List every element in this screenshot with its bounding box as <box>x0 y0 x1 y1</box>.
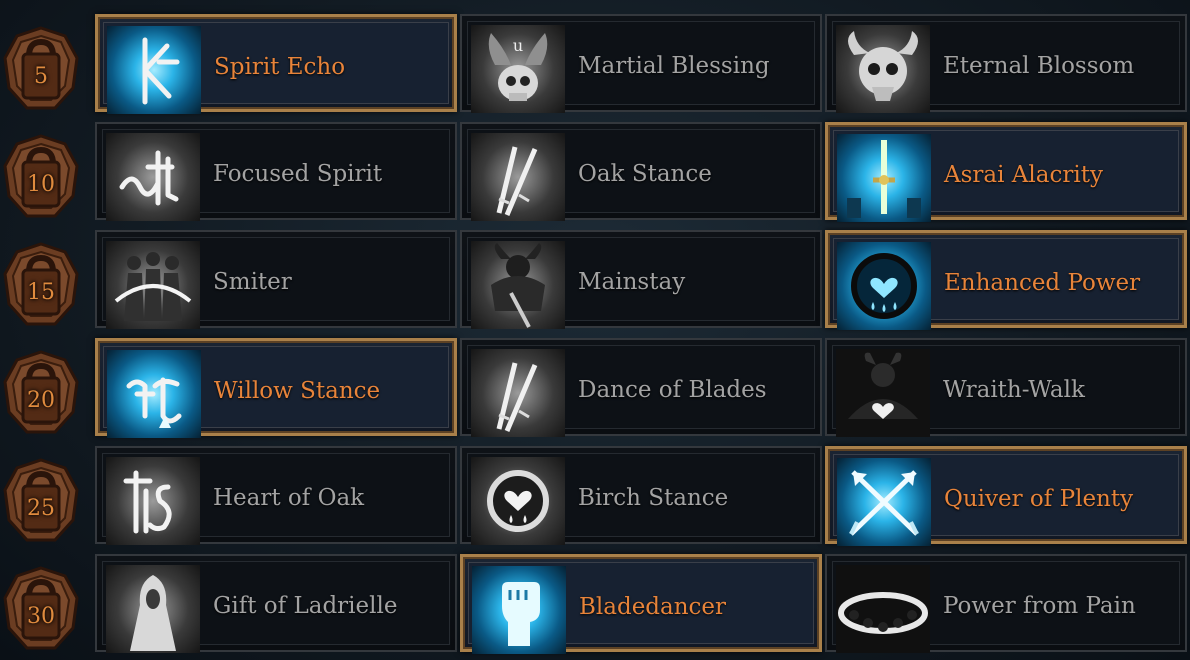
skill-card[interactable]: Bladedancer <box>460 554 822 654</box>
skill-name: Willow Stance <box>214 378 381 404</box>
spirit-echo-rune-icon <box>107 26 201 114</box>
skill-card-inner: Eternal Blossom <box>832 21 1180 113</box>
skill-name: Enhanced Power <box>944 270 1141 296</box>
skill-name: Martial Blessing <box>578 53 770 79</box>
skill-card[interactable]: Wraith-Walk <box>825 338 1187 437</box>
skill-name: Dance of Blades <box>578 377 767 403</box>
skill-name: Spirit Echo <box>214 54 346 80</box>
skill-card[interactable]: Spirit Echo <box>95 14 457 114</box>
skill-card-inner: Heart of Oak <box>102 453 450 545</box>
oak-rune-icon <box>106 457 200 545</box>
skull-ring-icon <box>836 565 930 653</box>
skill-name: Bladedancer <box>579 594 727 620</box>
crossed-daggers-icon <box>471 133 565 221</box>
tier-row: 5 Spirit Echo u Martial Blessing Eternal Blo… <box>0 14 1190 118</box>
skill-card-inner: Gift of Ladrielle <box>102 561 450 653</box>
level-number: 25 <box>27 496 55 521</box>
skill-name: Quiver of Plenty <box>944 486 1134 512</box>
skill-name: Gift of Ladrielle <box>213 593 398 619</box>
level-lock-badge: 10 <box>3 134 79 220</box>
skill-card[interactable]: Mainstay <box>460 230 822 329</box>
level-number: 10 <box>27 172 55 197</box>
heart-drops-icon <box>837 242 931 330</box>
skill-card-inner: Spirit Echo <box>103 22 449 114</box>
skill-card-inner: u Martial Blessing <box>467 21 815 113</box>
level-lock-badge: 15 <box>3 242 79 328</box>
tier-row: 25 Heart of Oak Birch Stance Quiver of Plen… <box>0 446 1190 550</box>
skill-card-inner: Bladedancer <box>468 562 814 654</box>
skill-card[interactable]: Birch Stance <box>460 446 822 545</box>
level-lock-badge: 20 <box>3 350 79 436</box>
level-number: 30 <box>27 604 55 629</box>
skill-card-inner: Quiver of Plenty <box>833 454 1179 546</box>
skill-card[interactable]: Enhanced Power <box>825 230 1187 330</box>
focused-spirit-rune-icon <box>106 133 200 221</box>
skill-card[interactable]: Smiter <box>95 230 457 329</box>
skill-card-inner: Birch Stance <box>467 453 815 545</box>
skill-card-inner: Wraith-Walk <box>832 345 1180 437</box>
skill-card-inner: Mainstay <box>467 237 815 329</box>
marching-figures-icon <box>106 241 200 329</box>
skill-name: Smiter <box>213 269 292 295</box>
level-lock-badge: 25 <box>3 458 79 544</box>
hooded-figure-icon <box>106 565 200 653</box>
level-lock-badge: 30 <box>3 566 79 652</box>
tier-row: 15 Smiter Mainstay Enhanced Power <box>0 230 1190 334</box>
skill-card-inner: Oak Stance <box>467 129 815 221</box>
skill-card[interactable]: Willow Stance <box>95 338 457 438</box>
horned-skull-icon <box>836 25 930 113</box>
skill-card[interactable]: Quiver of Plenty <box>825 446 1187 546</box>
horned-demon-icon <box>836 349 930 437</box>
heart-ring-icon <box>471 457 565 545</box>
level-number: 5 <box>34 64 48 89</box>
skill-card[interactable]: Dance of Blades <box>460 338 822 437</box>
willow-rune-icon <box>107 350 201 438</box>
skill-name: Wraith-Walk <box>943 377 1085 403</box>
skill-card[interactable]: Asrai Alacrity <box>825 122 1187 222</box>
skill-card-inner: Willow Stance <box>103 346 449 438</box>
skill-card[interactable]: u Martial Blessing <box>460 14 822 113</box>
crossed-arrows-icon <box>837 458 931 546</box>
skill-name: Heart of Oak <box>213 485 365 511</box>
skill-card-inner: Asrai Alacrity <box>833 130 1179 222</box>
winged-skull-icon: u <box>471 25 565 113</box>
skill-card-inner: Dance of Blades <box>467 345 815 437</box>
skill-name: Mainstay <box>578 269 686 295</box>
tier-row: 20 Willow Stance Dance of Blades Wraith-Wal… <box>0 338 1190 442</box>
skill-card-inner: Power from Pain <box>832 561 1180 653</box>
level-number: 15 <box>27 280 55 305</box>
level-lock-badge: 5 <box>3 26 79 112</box>
skill-name: Asrai Alacrity <box>944 162 1103 188</box>
level-number: 20 <box>27 388 55 413</box>
svg-text:u: u <box>513 36 523 55</box>
skill-name: Oak Stance <box>578 161 712 187</box>
skill-card-inner: Focused Spirit <box>102 129 450 221</box>
raised-fist-icon <box>472 566 566 654</box>
skill-card[interactable]: Focused Spirit <box>95 122 457 221</box>
skill-card-inner: Smiter <box>102 237 450 329</box>
skill-name: Power from Pain <box>943 593 1136 619</box>
skill-card[interactable]: Eternal Blossom <box>825 14 1187 113</box>
horned-warrior-icon <box>471 241 565 329</box>
crossed-daggers-icon <box>471 349 565 437</box>
glowing-sword-icon <box>837 134 931 222</box>
tier-row: 10 Focused Spirit Oak Stance Asrai Alacrity <box>0 122 1190 226</box>
skill-card[interactable]: Power from Pain <box>825 554 1187 653</box>
tier-row: 30 Gift of Ladrielle Bladedancer Power from… <box>0 554 1190 658</box>
skill-name: Birch Stance <box>578 485 729 511</box>
skill-card[interactable]: Gift of Ladrielle <box>95 554 457 653</box>
skill-card-inner: Enhanced Power <box>833 238 1179 330</box>
skill-card[interactable]: Oak Stance <box>460 122 822 221</box>
skill-name: Eternal Blossom <box>943 53 1135 79</box>
skill-card[interactable]: Heart of Oak <box>95 446 457 545</box>
skill-name: Focused Spirit <box>213 161 383 187</box>
